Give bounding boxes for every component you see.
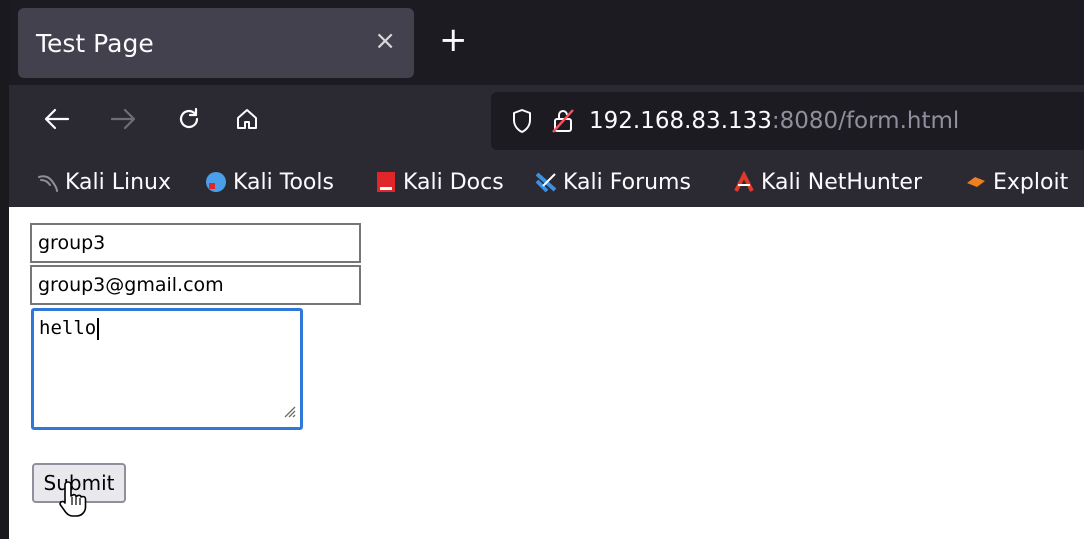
bookmark-kali-docs[interactable]: Kali Docs	[375, 167, 504, 197]
bookmark-exploit[interactable]: Exploit	[965, 167, 1068, 197]
url-text: 192.168.83.133:8080/form.html	[589, 108, 959, 134]
message-text: hello	[39, 317, 97, 339]
bookmark-kali-forums[interactable]: Kali Forums	[535, 167, 691, 197]
bookmarks-toolbar: Kali Linux Kali Tools Kali Docs Kali For…	[9, 155, 1084, 207]
kali-tools-icon	[205, 171, 227, 193]
new-tab-icon[interactable]: +	[439, 20, 468, 60]
email-input[interactable]: group3@gmail.com	[30, 265, 361, 305]
exploit-db-icon	[965, 171, 987, 193]
tab-title: Test Page	[36, 28, 154, 58]
bookmark-kali-linux[interactable]: Kali Linux	[37, 167, 171, 197]
insecure-lock-icon[interactable]	[551, 108, 575, 134]
bookmark-label: Exploit	[993, 169, 1069, 195]
hand-pointer-cursor-icon	[58, 480, 88, 522]
bookmark-label: Kali Forums	[563, 169, 691, 195]
kali-forums-icon	[535, 171, 557, 193]
window-left-border	[0, 0, 9, 539]
forward-arrow-icon[interactable]	[103, 99, 143, 139]
message-textarea[interactable]: hello	[31, 308, 303, 430]
shield-icon[interactable]	[511, 108, 533, 134]
back-arrow-icon[interactable]	[37, 99, 77, 139]
url-host: 192.168.83.133	[589, 108, 772, 134]
address-bar[interactable]: 192.168.83.133:8080/form.html	[491, 92, 1084, 150]
page-content: group3 group3@gmail.com hello Submit	[9, 207, 1084, 539]
tab-test-page[interactable]: Test Page ×	[18, 8, 414, 78]
bookmark-label: Kali Linux	[65, 169, 172, 195]
bookmark-label: Kali Tools	[233, 169, 334, 195]
kali-nethunter-icon	[733, 170, 755, 193]
text-caret	[97, 317, 100, 340]
tab-strip: Test Page × +	[9, 0, 1084, 85]
kali-docs-icon	[375, 171, 397, 193]
home-icon[interactable]	[227, 99, 267, 139]
reload-icon[interactable]	[169, 99, 209, 139]
close-tab-icon[interactable]: ×	[374, 26, 396, 56]
bookmark-label: Kali NetHunter	[761, 169, 922, 195]
kali-dragon-icon	[37, 171, 59, 193]
navigation-toolbar: 192.168.83.133:8080/form.html	[9, 85, 1084, 155]
bookmark-label: Kali Docs	[403, 169, 504, 195]
browser-chrome: Test Page × + 192.168.83.133:8080/form.h…	[9, 0, 1084, 207]
resize-grip-icon[interactable]	[282, 401, 296, 423]
bookmark-kali-tools[interactable]: Kali Tools	[205, 167, 334, 197]
url-port-path: :8080/form.html	[771, 108, 960, 134]
name-input[interactable]: group3	[30, 223, 361, 263]
bookmark-kali-nethunter[interactable]: Kali NetHunter	[733, 167, 922, 197]
